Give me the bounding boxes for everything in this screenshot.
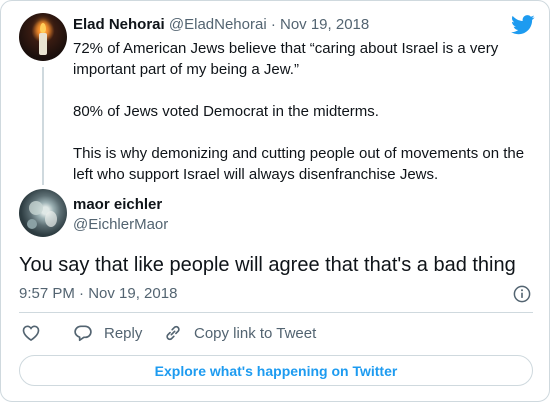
candle-flame: [40, 23, 46, 33]
avatar-detail: [45, 211, 57, 227]
reply-icon: [74, 325, 92, 342]
reply-label: Reply: [104, 324, 143, 342]
link-icon: [166, 325, 180, 341]
reply-tweet-text: You say that like people will agree that…: [19, 254, 516, 276]
avatar-detail: [27, 219, 37, 229]
candle: [39, 33, 47, 55]
reply-author-name[interactable]: maor eichler: [73, 196, 162, 213]
avatar-maor-eichler[interactable]: [19, 189, 67, 237]
reply-timestamp[interactable]: 9:57 PM · Nov 19, 2018: [19, 285, 177, 302]
like-button[interactable]: [21, 323, 41, 343]
parent-tweet-text: 72% of American Jews believe that “carin…: [73, 40, 525, 183]
info-icon[interactable]: [513, 285, 531, 303]
parent-tweet-header: Elad Nehorai @EladNehorai · Nov 19, 2018: [73, 16, 369, 33]
reply-author-handle[interactable]: @EichlerMaor: [73, 216, 168, 233]
copy-link-label: Copy link to Tweet: [194, 324, 317, 342]
avatar-detail: [29, 201, 43, 215]
heart-icon: [22, 325, 40, 342]
author-meta[interactable]: @EladNehorai · Nov 19, 2018: [169, 16, 369, 33]
copy-link-button[interactable]: Copy link to Tweet: [163, 323, 316, 343]
avatar-elad-nehorai[interactable]: [19, 13, 67, 61]
explore-twitter-button[interactable]: Explore what's happening on Twitter: [19, 355, 533, 386]
twitter-bird-icon[interactable]: [511, 15, 535, 35]
thread-line: [42, 67, 44, 185]
divider: [19, 312, 533, 313]
tweet-embed-card: Elad Nehorai @EladNehorai · Nov 19, 2018…: [0, 0, 550, 402]
reply-button[interactable]: Reply: [73, 323, 142, 343]
author-name[interactable]: Elad Nehorai: [73, 16, 165, 33]
